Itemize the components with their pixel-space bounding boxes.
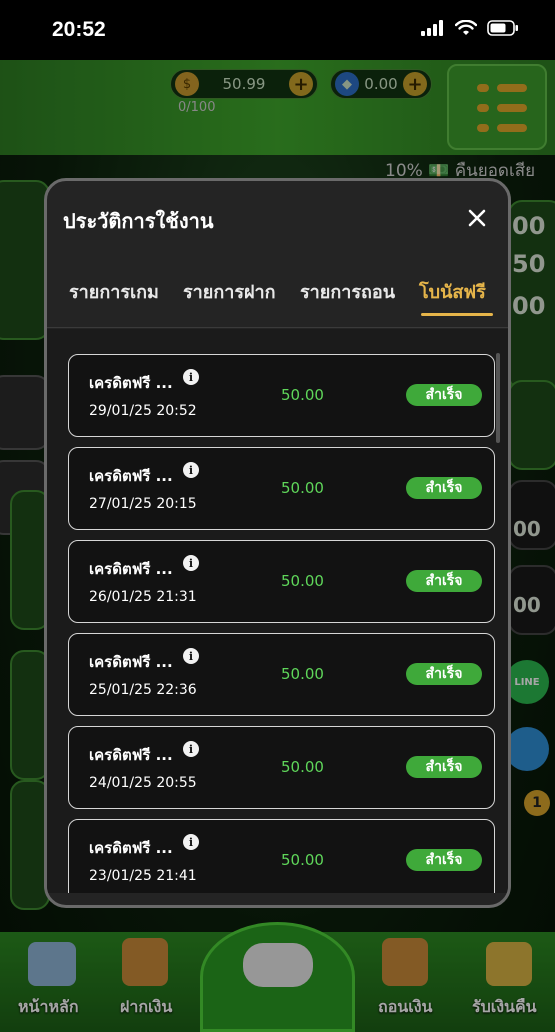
item-name: เครดิตฟรี ... <box>89 839 173 857</box>
list-item[interactable]: เครดิตฟรี ... i 29/01/25 20:52 50.00 สำเ… <box>68 354 495 437</box>
history-list[interactable]: เครดิตฟรี ... i 29/01/25 20:52 50.00 สำเ… <box>47 329 508 893</box>
info-icon[interactable]: i <box>183 741 199 757</box>
list-item[interactable]: เครดิตฟรี ... i 23/01/25 21:41 50.00 สำเ… <box>68 819 495 893</box>
info-icon[interactable]: i <box>183 555 199 571</box>
item-name: เครดิตฟรี ... <box>89 560 173 578</box>
list-item[interactable]: เครดิตฟรี ... i 25/01/25 22:36 50.00 สำเ… <box>68 633 495 716</box>
item-date: 23/01/25 21:41 <box>89 868 197 884</box>
info-icon[interactable]: i <box>183 834 199 850</box>
tab-games[interactable]: รายการเกม <box>69 277 159 306</box>
tab-deposits[interactable]: รายการฝาก <box>183 277 276 306</box>
scrollbar[interactable] <box>496 353 500 443</box>
list-item[interactable]: เครดิตฟรี ... i 27/01/25 20:15 50.00 สำเ… <box>68 447 495 530</box>
list-item[interactable]: เครดิตฟรี ... i 26/01/25 21:31 50.00 สำเ… <box>68 540 495 623</box>
signal-icon <box>421 20 445 40</box>
item-date: 27/01/25 20:15 <box>89 496 197 512</box>
info-icon[interactable]: i <box>183 462 199 478</box>
history-tabs: รายการเกม รายการฝาก รายการถอน โบนัสฟรี <box>69 277 494 317</box>
info-icon[interactable]: i <box>183 369 199 385</box>
item-amount: 50.00 <box>281 386 324 404</box>
item-amount: 50.00 <box>281 665 324 683</box>
history-modal: ประวัติการใช้งาน รายการเกม รายการฝาก ราย… <box>44 178 511 908</box>
tab-withdrawals[interactable]: รายการถอน <box>300 277 395 306</box>
status-badge: สำเร็จ <box>406 756 482 778</box>
item-amount: 50.00 <box>281 851 324 869</box>
item-name: เครดิตฟรี ... <box>89 467 173 485</box>
status-badge: สำเร็จ <box>406 570 482 592</box>
tab-free-bonus[interactable]: โบนัสฟรี <box>419 277 486 306</box>
item-date: 29/01/25 20:52 <box>89 403 197 419</box>
item-date: 25/01/25 22:36 <box>89 682 197 698</box>
divider <box>47 327 508 328</box>
item-amount: 50.00 <box>281 758 324 776</box>
status-badge: สำเร็จ <box>406 663 482 685</box>
modal-title: ประวัติการใช้งาน <box>63 209 214 233</box>
status-badge: สำเร็จ <box>406 849 482 871</box>
active-tab-indicator <box>421 313 493 316</box>
status-badge: สำเร็จ <box>406 384 482 406</box>
status-badge: สำเร็จ <box>406 477 482 499</box>
item-name: เครดิตฟรี ... <box>89 746 173 764</box>
item-amount: 50.00 <box>281 479 324 497</box>
status-icons <box>421 19 519 40</box>
close-icon[interactable] <box>466 207 488 229</box>
battery-icon <box>487 20 519 40</box>
item-date: 26/01/25 21:31 <box>89 589 197 605</box>
status-time: 20:52 <box>52 18 106 41</box>
item-name: เครดิตฟรี ... <box>89 374 173 392</box>
item-date: 24/01/25 20:55 <box>89 775 197 791</box>
info-icon[interactable]: i <box>183 648 199 664</box>
wifi-icon <box>454 19 478 40</box>
list-item[interactable]: เครดิตฟรี ... i 24/01/25 20:55 50.00 สำเ… <box>68 726 495 809</box>
item-name: เครดิตฟรี ... <box>89 653 173 671</box>
item-amount: 50.00 <box>281 572 324 590</box>
status-bar: 20:52 <box>0 0 555 60</box>
